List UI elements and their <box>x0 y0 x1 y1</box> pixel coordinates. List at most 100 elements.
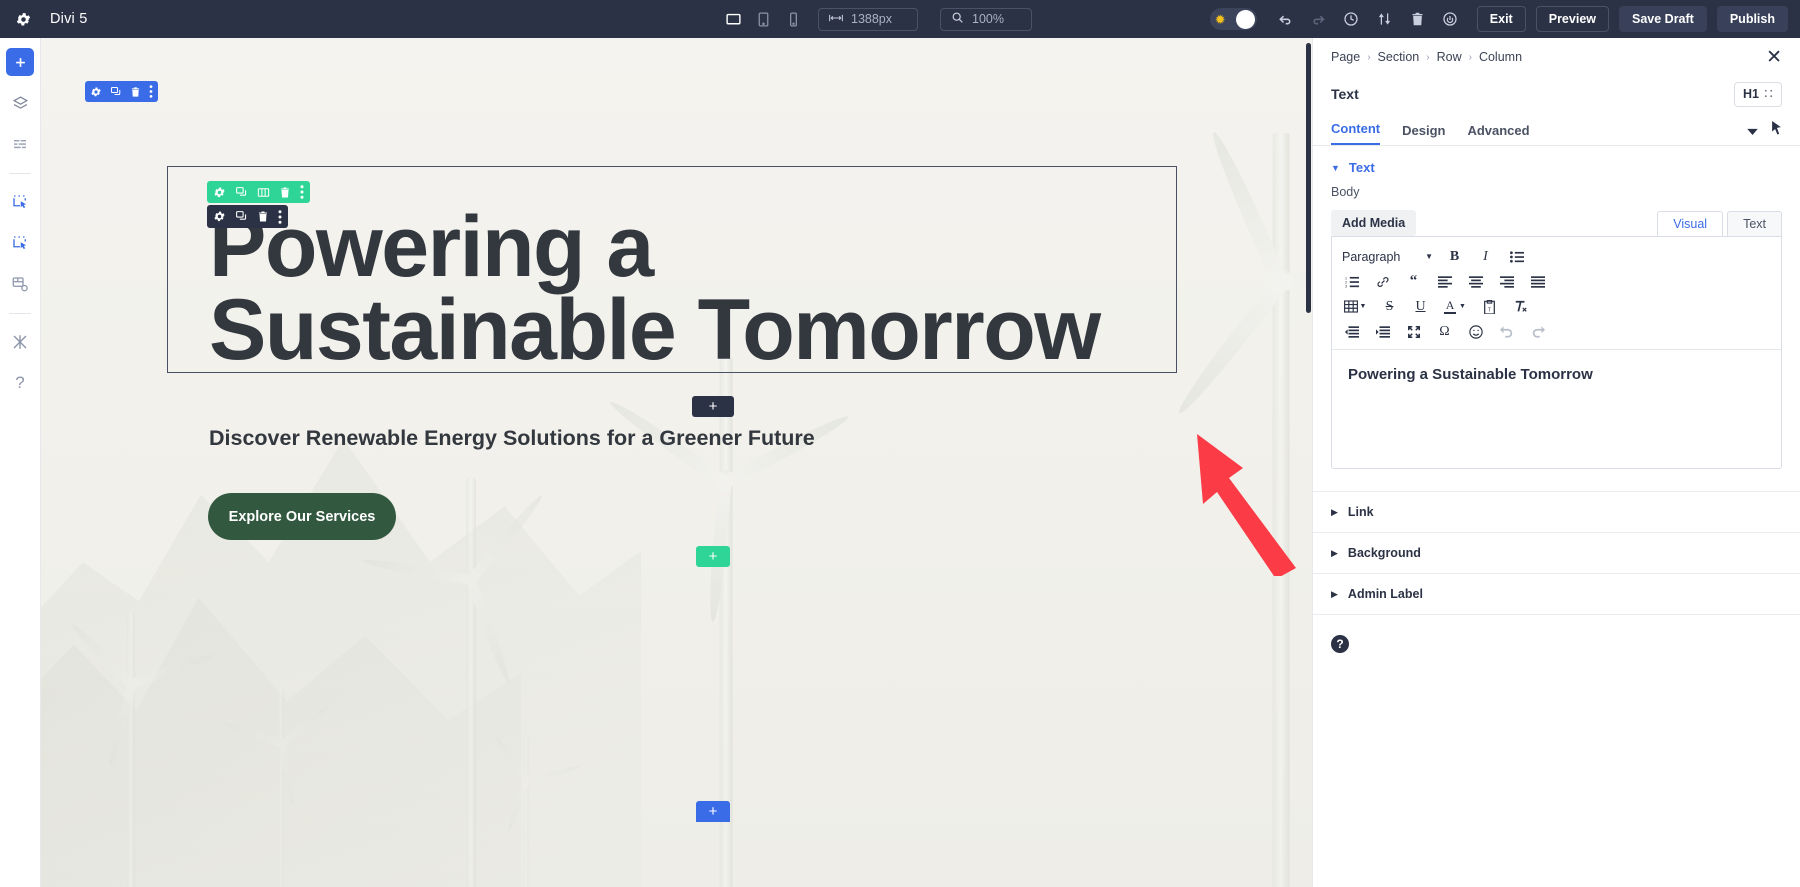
breadcrumb-page[interactable]: Page <box>1331 50 1360 64</box>
accordion-admin-label[interactable]: ▶ Admin Label <box>1313 573 1800 614</box>
duplicate-icon[interactable] <box>235 210 248 223</box>
gear-icon[interactable] <box>12 8 34 30</box>
gear-icon[interactable] <box>213 210 226 223</box>
page-canvas[interactable]: Powering a Sustainable Tomorrow Discover… <box>41 38 1312 887</box>
sidebar-divider-2 <box>9 313 31 314</box>
chevron-down-icon[interactable] <box>1747 122 1758 140</box>
trash-icon[interactable] <box>130 86 141 98</box>
gear-icon[interactable] <box>90 86 102 98</box>
breadcrumb-row[interactable]: Row <box>1437 50 1462 64</box>
dots-icon[interactable] <box>149 85 153 98</box>
heading-tag-selector[interactable]: H1 <box>1734 82 1782 107</box>
bullet-list-icon[interactable] <box>1501 244 1532 269</box>
format-select[interactable]: Paragraph ▼ <box>1336 244 1439 269</box>
tab-design[interactable]: Design <box>1402 123 1445 145</box>
sidebar-item-add-module[interactable] <box>6 48 34 76</box>
sidebar-item-layers[interactable] <box>6 89 34 117</box>
align-justify-icon[interactable] <box>1522 269 1553 294</box>
canvas-width-field[interactable]: 1388px <box>818 8 918 31</box>
trash-icon[interactable] <box>279 186 291 199</box>
gear-icon[interactable] <box>213 186 226 199</box>
theme-toggle[interactable]: ✹ <box>1210 8 1257 30</box>
module-toolbar[interactable] <box>207 205 288 228</box>
blockquote-icon[interactable]: “ <box>1398 269 1429 294</box>
redo-icon[interactable] <box>1522 319 1553 344</box>
undo-icon[interactable] <box>1491 319 1522 344</box>
help-icon[interactable]: ? <box>1331 635 1349 653</box>
publish-button[interactable]: Publish <box>1717 6 1788 32</box>
fullscreen-icon[interactable] <box>1398 319 1429 344</box>
underline-icon[interactable]: U <box>1405 294 1436 319</box>
topbar-actions: ✹ Exit Preview Save Draft Publish <box>1210 0 1788 38</box>
indent-icon[interactable] <box>1367 319 1398 344</box>
sort-updown-icon[interactable] <box>1368 3 1401 36</box>
outdent-icon[interactable] <box>1336 319 1367 344</box>
zoom-field[interactable]: 100% <box>940 8 1032 31</box>
tab-visual[interactable]: Visual <box>1657 211 1723 236</box>
device-desktop-button[interactable] <box>718 4 748 34</box>
cursor-icon[interactable] <box>1771 121 1782 140</box>
table-icon[interactable]: ▼ <box>1336 294 1374 319</box>
clear-format-icon[interactable] <box>1505 294 1536 319</box>
preview-button[interactable]: Preview <box>1536 6 1609 32</box>
device-tablet-button[interactable] <box>748 4 778 34</box>
tab-content[interactable]: Content <box>1331 121 1380 145</box>
accordion-background[interactable]: ▶ Background <box>1313 532 1800 573</box>
sidebar-item-presets[interactable] <box>6 270 34 298</box>
special-char-icon[interactable]: Ω <box>1429 319 1460 344</box>
caret-right-icon: ▶ <box>1331 548 1338 559</box>
align-left-icon[interactable] <box>1429 269 1460 294</box>
duplicate-icon[interactable] <box>235 186 248 199</box>
tab-advanced[interactable]: Advanced <box>1467 123 1529 145</box>
row-toolbar[interactable] <box>207 181 310 203</box>
dots-icon[interactable] <box>278 210 282 224</box>
text-section-header[interactable]: ▼ Text <box>1313 146 1800 185</box>
add-section-button[interactable]: + <box>696 801 730 822</box>
save-draft-button[interactable]: Save Draft <box>1619 6 1707 32</box>
trash-icon[interactable] <box>257 210 269 223</box>
numbered-list-icon[interactable]: 123 <box>1336 269 1367 294</box>
add-module-button[interactable]: + <box>692 396 734 417</box>
strikethrough-icon[interactable]: S <box>1374 294 1405 319</box>
sidebar-item-multi-select[interactable] <box>6 188 34 216</box>
panel-title-row: Text H1 <box>1313 76 1800 112</box>
add-row-button[interactable]: + <box>696 546 730 567</box>
sidebar-item-tools[interactable] <box>6 328 34 356</box>
breadcrumb-section[interactable]: Section <box>1378 50 1420 64</box>
columns-icon[interactable] <box>257 186 270 199</box>
exit-button[interactable]: Exit <box>1477 6 1526 32</box>
hero-subheading[interactable]: Discover Renewable Energy Solutions for … <box>209 426 815 451</box>
link-icon[interactable] <box>1367 269 1398 294</box>
bold-icon[interactable]: B <box>1439 244 1470 269</box>
emoji-icon[interactable] <box>1460 319 1491 344</box>
device-phone-button[interactable] <box>778 4 808 34</box>
breadcrumb-column[interactable]: Column <box>1479 50 1522 64</box>
sidebar-item-clipboard[interactable] <box>6 229 34 257</box>
align-right-icon[interactable] <box>1491 269 1522 294</box>
power-icon[interactable] <box>1434 3 1467 36</box>
explore-our-services-button[interactable]: Explore Our Services <box>208 493 396 540</box>
history-clock-icon[interactable] <box>1335 3 1368 36</box>
dots-icon[interactable] <box>300 185 304 199</box>
panel-scrollbar[interactable] <box>1307 44 1311 294</box>
redo-icon[interactable] <box>1302 3 1335 36</box>
trash-icon[interactable] <box>1401 3 1434 36</box>
duplicate-icon[interactable] <box>110 86 122 98</box>
align-center-icon[interactable] <box>1460 269 1491 294</box>
wysiwyg-editor: Add Media Visual Text Paragraph ▼ B I <box>1331 208 1782 469</box>
add-media-button[interactable]: Add Media <box>1331 210 1416 236</box>
sidebar-item-help[interactable]: ? <box>6 369 34 397</box>
italic-icon[interactable]: I <box>1470 244 1501 269</box>
accordion-link[interactable]: ▶ Link <box>1313 491 1800 532</box>
close-icon[interactable]: ✕ <box>1766 48 1782 67</box>
zoom-value: 100% <box>972 12 1004 26</box>
editor-content[interactable]: Powering a Sustainable Tomorrow <box>1332 350 1781 468</box>
section-toolbar[interactable] <box>85 81 158 102</box>
text-color-icon[interactable]: A ▼ <box>1436 294 1474 319</box>
caret-down-icon: ▼ <box>1331 163 1340 173</box>
tab-text[interactable]: Text <box>1727 211 1782 236</box>
undo-icon[interactable] <box>1269 3 1302 36</box>
paste-text-icon[interactable]: T <box>1474 294 1505 319</box>
hero-heading[interactable]: Powering a Sustainable Tomorrow <box>209 206 1139 373</box>
sidebar-item-wireframe[interactable] <box>6 130 34 158</box>
